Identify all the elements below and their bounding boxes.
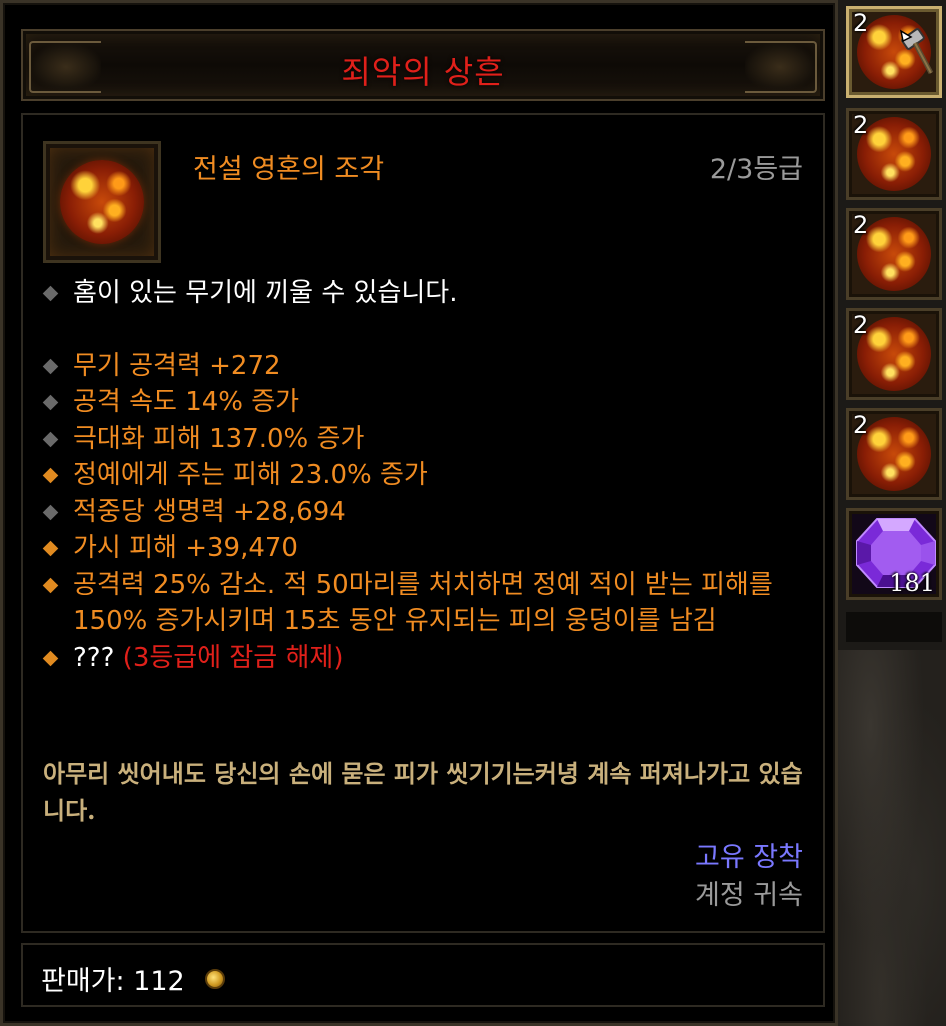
bullet-icon bbox=[42, 577, 59, 593]
inventory-slot[interactable]: 2 bbox=[846, 208, 942, 300]
item-title: 죄악의 상흔 bbox=[341, 53, 505, 91]
tooltip-body: 전설 영혼의 조각 2/3등급 홈이 있는 무기에 끼울 수 있습니다. 무기 … bbox=[21, 113, 825, 933]
divider bbox=[846, 612, 942, 642]
bullet-icon bbox=[42, 540, 59, 557]
slot-rank: 2 bbox=[853, 211, 869, 239]
property-text: 무기 공격력 +272 bbox=[73, 350, 281, 381]
property-text: 적중당 생명력 +28,694 bbox=[73, 496, 346, 527]
bullet-icon bbox=[42, 285, 59, 302]
title-bar: 죄악의 상흔 bbox=[21, 29, 825, 101]
inventory-slot[interactable]: 181 bbox=[846, 508, 942, 600]
account-bound-label: 계정 귀속 bbox=[695, 880, 803, 911]
item-type: 전설 영혼의 조각 bbox=[193, 154, 385, 185]
property-text: 가시 피해 +39,470 bbox=[73, 533, 298, 563]
sell-price-box: 판매가: 112 bbox=[21, 943, 825, 1007]
gold-coin-icon bbox=[205, 969, 225, 989]
property-item: 가시 피해 +39,470 bbox=[42, 530, 803, 567]
property-item: 공격 속도 14% 증가 bbox=[42, 384, 803, 421]
inventory-slot[interactable]: 2 bbox=[846, 408, 942, 500]
property-text: 공격 속도 14% 증가 bbox=[73, 387, 300, 417]
slot-rank: 2 bbox=[853, 111, 869, 139]
slot-rank: 2 bbox=[853, 411, 869, 439]
unique-equipped-label: 고유 장착 bbox=[695, 842, 803, 873]
bullet-icon bbox=[42, 431, 59, 447]
property-list: 홈이 있는 무기에 끼울 수 있습니다. 무기 공격력 +272 공격 속도 1… bbox=[42, 275, 803, 677]
locked-text: (3등급에 잠금 해제) bbox=[122, 642, 344, 673]
property-item: 극대화 피해 137.0% 증가 bbox=[42, 421, 803, 458]
locked-prefix: ??? bbox=[73, 642, 115, 673]
inventory-slot[interactable]: 2 bbox=[846, 308, 942, 400]
soul-shard-icon bbox=[60, 160, 144, 244]
socket-text: 홈이 있는 무기에 끼울 수 있습니다. bbox=[73, 278, 458, 308]
inventory-slot[interactable]: 2 bbox=[846, 108, 942, 200]
sell-price: 판매가: 112 bbox=[41, 966, 185, 997]
slot-rank: 2 bbox=[853, 9, 869, 37]
inventory-column: 2 2 2 2 2 181 bbox=[838, 0, 946, 1026]
property-item: 공격력 25% 감소. 적 50마리를 처치하면 정예 적이 받는 피해를 15… bbox=[42, 567, 803, 640]
item-rank: 2/3등급 bbox=[709, 154, 803, 185]
background-texture bbox=[838, 650, 946, 1026]
property-item: 적중당 생명력 +28,694 bbox=[42, 494, 803, 531]
flavor-text: 아무리 씻어내도 당신의 손에 묻은 피가 씻기기는커녕 계속 퍼져나가고 있습… bbox=[43, 759, 803, 825]
locked-property: ??? (3등급에 잠금 해제) bbox=[42, 640, 803, 677]
bullet-icon bbox=[42, 504, 59, 520]
inventory-slot[interactable]: 2 bbox=[846, 6, 942, 98]
gem-count: 181 bbox=[889, 569, 935, 597]
socket-requirement: 홈이 있는 무기에 끼울 수 있습니다. bbox=[42, 275, 803, 312]
property-text: 공격력 25% 감소. 적 50마리를 처치하면 정예 적이 받는 피해를 15… bbox=[73, 569, 773, 637]
property-item: 무기 공격력 +272 bbox=[42, 348, 803, 385]
property-text: 정예에게 주는 피해 23.0% 증가 bbox=[73, 460, 428, 490]
bullet-icon bbox=[42, 358, 59, 374]
item-icon-frame bbox=[43, 141, 161, 263]
property-text: 극대화 피해 137.0% 증가 bbox=[73, 423, 365, 454]
item-tooltip: 죄악의 상흔 전설 영혼의 조각 2/3등급 홈이 있는 무기에 끼울 수 있습… bbox=[0, 0, 838, 1026]
slot-rank: 2 bbox=[853, 311, 869, 339]
bullet-icon bbox=[42, 467, 59, 484]
property-item: 정예에게 주는 피해 23.0% 증가 bbox=[42, 457, 803, 494]
bullet-icon bbox=[42, 394, 59, 411]
hammer-icon bbox=[899, 28, 934, 75]
bullet-icon bbox=[42, 650, 59, 666]
